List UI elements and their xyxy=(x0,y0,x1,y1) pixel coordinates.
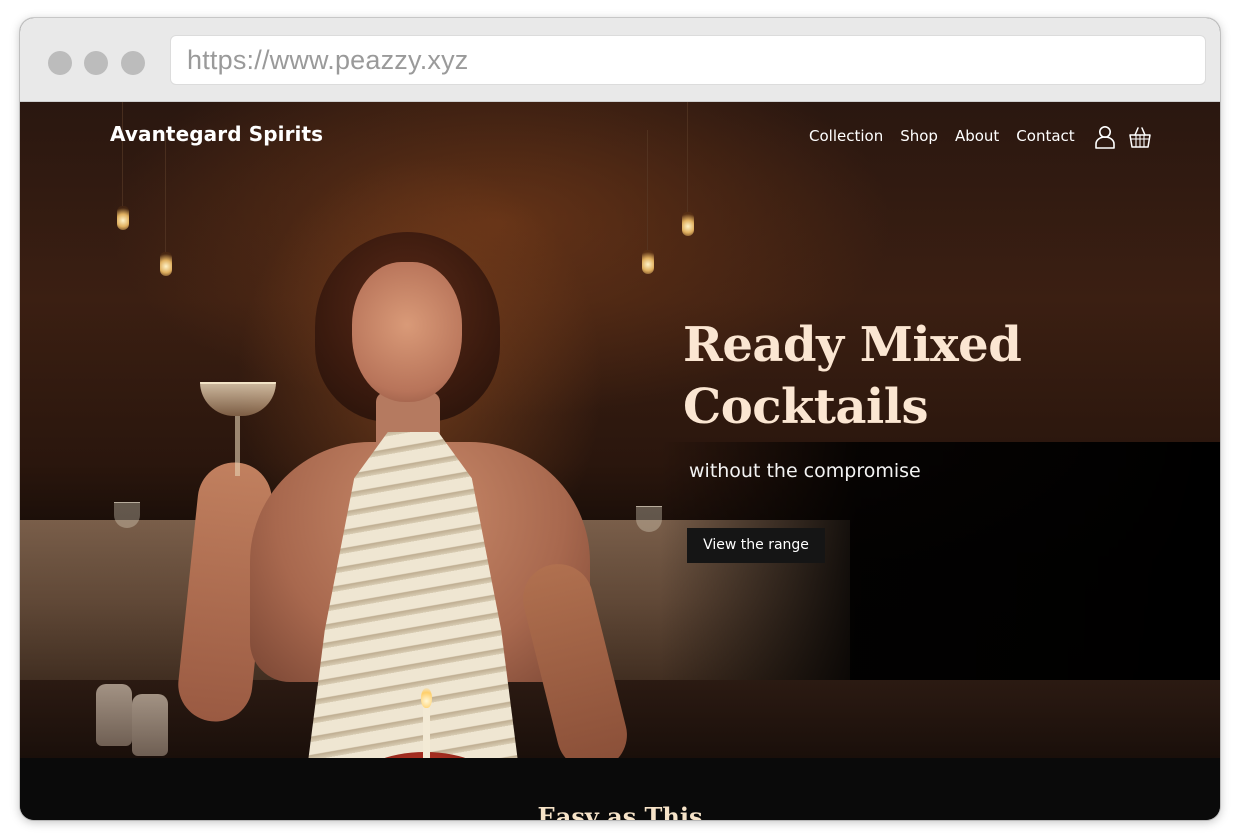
face xyxy=(352,262,462,402)
how-it-works-section: Easy as This xyxy=(20,758,1220,820)
browser-chrome: https://www.peazzy.xyz xyxy=(20,18,1220,102)
nav-about[interactable]: About xyxy=(955,127,999,151)
pepper-shaker xyxy=(132,694,168,756)
pendant-light xyxy=(682,102,694,236)
pendant-light xyxy=(160,132,172,276)
wine-glass xyxy=(114,502,140,528)
hero-subtitle: without the compromise xyxy=(689,460,921,482)
user-icon[interactable] xyxy=(1093,124,1117,150)
hero-title-line2: Cocktails xyxy=(683,379,928,435)
view-range-button[interactable]: View the range xyxy=(687,528,825,563)
pendant-light xyxy=(642,130,654,274)
coupe-glass xyxy=(200,382,276,416)
basket-icon[interactable] xyxy=(1128,124,1152,150)
browser-window: https://www.peazzy.xyz Avantegard Spirit… xyxy=(20,18,1220,820)
hero-photo-woman xyxy=(174,232,640,758)
candle xyxy=(423,707,430,758)
address-bar[interactable]: https://www.peazzy.xyz xyxy=(170,35,1206,85)
window-maximize-button[interactable] xyxy=(121,51,145,75)
nav-contact[interactable]: Contact xyxy=(1016,127,1074,151)
main-nav: Collection Shop About Contact xyxy=(809,127,1092,151)
nav-collection[interactable]: Collection xyxy=(809,127,883,151)
brand-logo[interactable]: Avantegard Spirits xyxy=(110,122,323,146)
hero-section: Avantegard Spirits Collection Shop About… xyxy=(20,102,1220,758)
section-title: Easy as This xyxy=(537,802,703,820)
hero-copy: Ready Mixed Cocktails without the compro… xyxy=(683,314,1163,482)
pendant-light xyxy=(117,102,129,230)
window-close-button[interactable] xyxy=(48,51,72,75)
salt-shaker xyxy=(96,684,132,746)
nav-shop[interactable]: Shop xyxy=(900,127,938,151)
hero-title: Ready Mixed Cocktails xyxy=(683,314,1163,438)
site-header: Avantegard Spirits Collection Shop About… xyxy=(20,102,1220,182)
window-minimize-button[interactable] xyxy=(84,51,108,75)
coupe-glass-stem xyxy=(235,416,240,476)
hero-title-line1: Ready Mixed xyxy=(683,317,1022,373)
candle-flame xyxy=(421,688,432,708)
